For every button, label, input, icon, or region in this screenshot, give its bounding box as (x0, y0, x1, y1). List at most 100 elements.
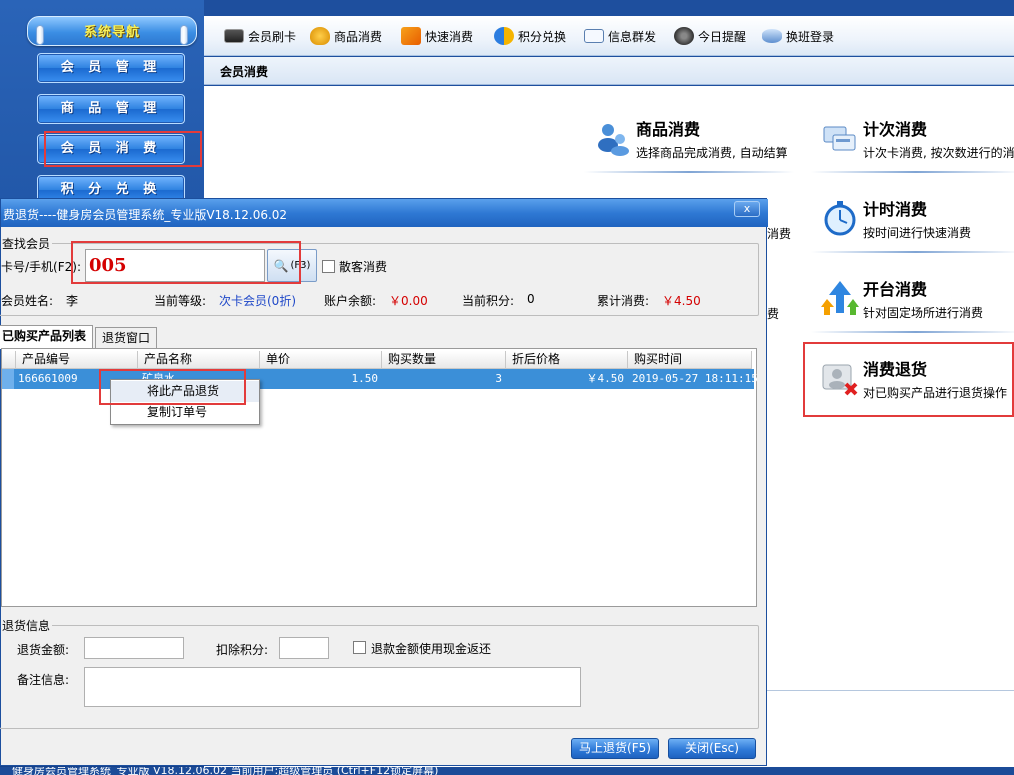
search-icon: 🔍 (273, 258, 289, 273)
card-label: 卡号/手机(F2): (1, 260, 81, 274)
panel-title: 会员消费 (220, 65, 269, 79)
toolbar-label: 快速消费 (425, 29, 474, 44)
points-value: 0 (527, 292, 535, 306)
cards-icon (823, 126, 856, 151)
user-remove-icon (822, 364, 858, 396)
total-value: ￥4.50 (662, 294, 701, 308)
feature-desc: 针对固定场所进行消费 (863, 306, 984, 320)
remark-label: 备注信息: (17, 673, 70, 687)
close-button[interactable]: x (734, 201, 760, 217)
dialog-titlebar: 费退货----健身房会员管理系统_专业版V18.12.06.02 x (1, 199, 768, 227)
money-bag-icon (310, 27, 330, 45)
column-header[interactable]: 单价 (260, 351, 382, 369)
cell-discounted: ￥4.50 (586, 372, 625, 385)
arrows-icon (821, 281, 859, 315)
walkin-label: 散客消费 (339, 260, 388, 274)
close-dialog-button[interactable]: 关闭(Esc) (668, 738, 756, 759)
card-number-input[interactable]: 005 (85, 249, 265, 282)
status-text: 健身房会员管理系统_专业版 V18.12.06.02 当前用户:超级管理员 (C… (12, 767, 439, 775)
tab-purchased-list[interactable]: 已购买产品列表 (0, 325, 94, 349)
panel-header: 会员消费 (204, 57, 1014, 85)
level-label: 当前等级: (154, 294, 207, 308)
feature-title: 开台消费 (863, 280, 928, 299)
divider (811, 251, 1014, 253)
row-header-corner (2, 351, 16, 369)
envelope-icon (584, 29, 604, 43)
row-selector[interactable] (2, 369, 14, 389)
walkin-checkbox[interactable] (322, 260, 335, 273)
toolbar: 会员刷卡 商品消费 快速消费 积分兑换 信息群发 今日提醒 换班登录 (204, 16, 1014, 56)
cell-qty: 3 (495, 372, 502, 385)
toolbar-label: 今日提醒 (698, 29, 747, 44)
toolbar-label: 积分兑换 (518, 29, 567, 44)
divider (811, 171, 1014, 173)
cash-back-checkbox[interactable] (353, 641, 366, 654)
feature-desc-fragment: 费 (767, 307, 780, 321)
feature-desc: 选择商品完成消费, 自动结算 (636, 146, 788, 160)
toolbar-fast-consume[interactable]: 快速消费 (401, 25, 473, 47)
feature-title: 消费退货 (863, 360, 928, 379)
feature-consume-return[interactable]: 消费退货 对已购买产品进行退货操作 (811, 351, 1014, 421)
return-amount-label: 退货金额: (17, 643, 70, 657)
level-value: 次卡会员(0折) (219, 294, 296, 308)
toolbar-label: 商品消费 (334, 29, 383, 44)
toolbar-product-consume[interactable]: 商品消费 (310, 25, 382, 47)
nav-member-management[interactable]: 会 员 管 理 (37, 53, 185, 83)
group-title: 退货信息 (2, 619, 51, 633)
column-header[interactable]: 产品名称 (138, 351, 260, 369)
toolbar-message-broadcast[interactable]: 信息群发 (584, 25, 656, 47)
nav-product-management[interactable]: 商 品 管 理 (37, 94, 185, 124)
feature-title: 商品消费 (636, 120, 701, 139)
column-header[interactable]: 购买时间 (628, 351, 752, 369)
column-header[interactable]: 折后价格 (506, 351, 628, 369)
member-name-value: 李 (66, 294, 79, 308)
nav-member-consumption[interactable]: 会 员 消 费 (37, 134, 185, 164)
fast-consume-icon (401, 27, 421, 45)
tab-return-window[interactable]: 退货窗口 (95, 327, 158, 349)
cell-price: 1.50 (351, 372, 379, 385)
return-now-button[interactable]: 马上退货(F5) (571, 738, 659, 759)
feature-product-consume[interactable]: 商品消费 选择商品完成消费, 自动结算 (584, 111, 794, 181)
feature-count-consume[interactable]: 计次消费 计次卡消费, 按次数进行的消 (811, 111, 1014, 181)
deduct-points-label: 扣除积分: (216, 643, 269, 657)
total-label: 累计消费: (597, 294, 650, 308)
feature-desc: 按时间进行快速消费 (863, 226, 972, 240)
toolbar-today-reminder[interactable]: 今日提醒 (674, 25, 746, 47)
search-button[interactable]: 🔍 (F3) (267, 249, 317, 282)
toolbar-shift-login[interactable]: 换班登录 (762, 25, 834, 47)
clock-icon (674, 27, 694, 45)
deduct-points-input[interactable] (279, 637, 329, 659)
toolbar-label: 会员刷卡 (248, 29, 297, 44)
points-label: 当前积分: (462, 294, 515, 308)
feature-desc-fragment: 消费 (767, 227, 792, 241)
remark-input[interactable] (84, 667, 581, 707)
feature-time-consume[interactable]: 计时消费 按时间进行快速消费 (811, 191, 1014, 261)
feature-title: 计次消费 (863, 120, 928, 139)
feature-table-consume[interactable]: 开台消费 针对固定场所进行消费 (811, 271, 1014, 341)
divider (811, 331, 1014, 333)
cell-time: 2019-05-27 18:11:15 (632, 372, 758, 385)
feature-desc: 计次卡消费, 按次数进行的消 (863, 146, 1014, 160)
toolbar-label: 换班登录 (786, 29, 835, 44)
nav-header: 系统导航 (27, 16, 197, 46)
toolbar-label: 信息群发 (608, 29, 657, 44)
people-icon (598, 124, 629, 156)
column-header[interactable]: 产品编号 (16, 351, 138, 369)
card-reader-icon (224, 29, 244, 43)
toolbar-member-swipe[interactable]: 会员刷卡 (224, 25, 296, 47)
menu-item-return-product[interactable]: 将此产品退货 (111, 381, 259, 402)
balance-label: 账户余额: (324, 294, 377, 308)
nav-title: 系统导航 (83, 25, 140, 40)
feature-desc: 对已购买产品进行退货操作 (863, 386, 1008, 400)
cash-back-label: 退款金额使用现金返还 (371, 642, 492, 656)
stopwatch-icon (824, 201, 856, 236)
toolbar-points-exchange[interactable]: 积分兑换 (494, 25, 566, 47)
balance-value: ￥0.00 (389, 294, 428, 308)
return-dialog: 费退货----健身房会员管理系统_专业版V18.12.06.02 x 查找会员 … (0, 198, 768, 766)
column-header[interactable]: 购买数量 (382, 351, 506, 369)
search-shortcut: (F3) (290, 260, 311, 271)
panel-footer (767, 690, 1014, 767)
return-amount-input[interactable] (84, 637, 184, 659)
member-name-label: 会员姓名: (1, 294, 54, 308)
menu-item-copy-order[interactable]: 复制订单号 (111, 402, 259, 423)
